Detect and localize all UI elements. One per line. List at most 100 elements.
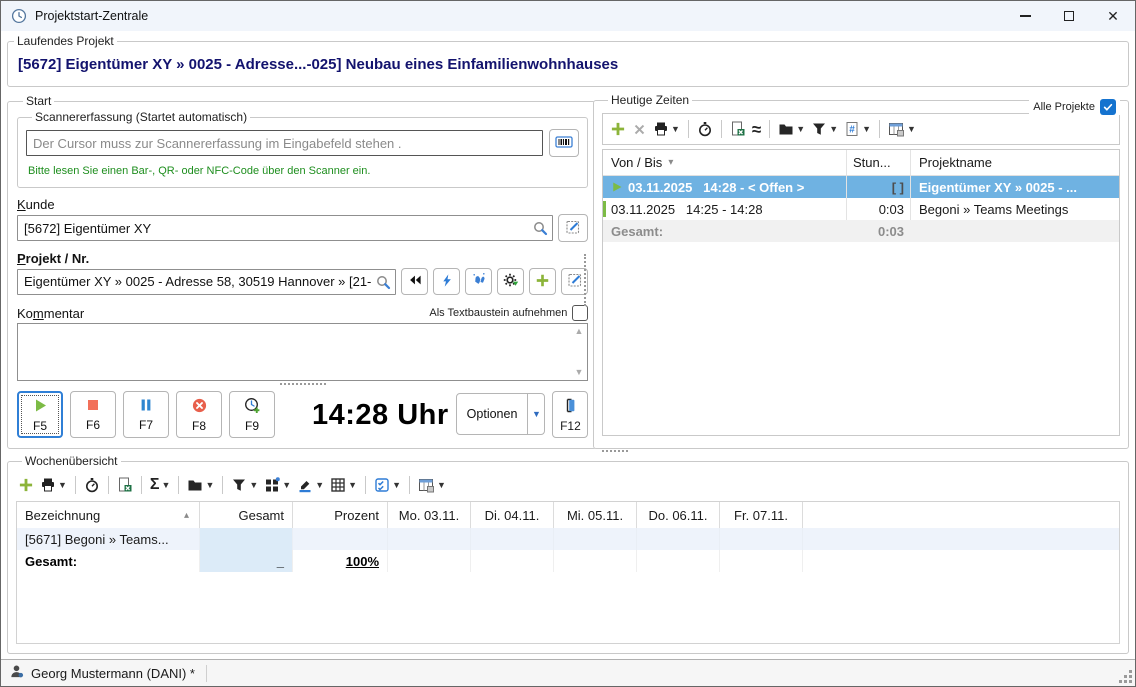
day-cell[interactable] <box>554 550 637 572</box>
column-header-bezeichnung[interactable]: Bezeichnung▴ <box>17 502 200 528</box>
columns-button[interactable]: ▼ <box>418 477 446 493</box>
chevron-down-icon[interactable]: ▼ <box>162 481 171 490</box>
excel-export-button[interactable] <box>730 121 746 137</box>
week-row[interactable]: [5671] Begoni » Teams... <box>17 528 1119 550</box>
day-cell[interactable] <box>471 550 554 572</box>
sum-button[interactable]: Σ▼ <box>150 477 171 493</box>
timer-button[interactable] <box>697 121 713 137</box>
kommentar-textarea[interactable]: ▲ ▼ <box>17 323 588 381</box>
add-project-button[interactable] <box>529 268 556 295</box>
kommentar-scrollbar[interactable]: ▲ ▼ <box>571 325 586 379</box>
chevron-down-icon[interactable]: ▼ <box>796 125 805 134</box>
time-row[interactable]: 03.11.2025 14:25 - 14:28 0:03 Begoni » T… <box>603 198 1119 220</box>
column-header-projektname[interactable]: Projektname <box>910 150 1119 175</box>
day-cell[interactable] <box>637 528 720 550</box>
rounding-button[interactable]: ≈ <box>752 121 761 138</box>
group-button[interactable]: ▼ <box>264 477 291 493</box>
numbering-button[interactable]: #▼ <box>844 121 871 137</box>
column-header-fr[interactable]: Fr. 07.11. <box>720 502 803 528</box>
day-cell[interactable] <box>388 528 471 550</box>
excel-export-button[interactable] <box>117 477 133 493</box>
optionen-label[interactable]: Optionen <box>457 394 528 434</box>
add-entry-button[interactable] <box>610 121 626 137</box>
exit-button-f12[interactable]: F12 <box>552 391 588 438</box>
projekt-field[interactable] <box>17 269 396 295</box>
chevron-down-icon[interactable]: ▼ <box>437 481 446 490</box>
assistant-button[interactable] <box>465 268 492 295</box>
column-header-von-bis[interactable]: Von / Bis▾ <box>603 150 846 175</box>
door-icon <box>562 397 578 417</box>
stop-button-f6[interactable]: F6 <box>70 391 116 438</box>
optionen-dropdown[interactable]: ▼ <box>527 394 544 434</box>
chevron-down-icon[interactable]: ▼ <box>58 481 67 490</box>
laufendes-projekt-group: Laufendes Projekt [5672] Eigentümer XY »… <box>7 34 1129 87</box>
scroll-up-icon[interactable]: ▲ <box>574 327 583 336</box>
highlight-button[interactable]: ▼ <box>297 477 324 493</box>
delete-entry-button[interactable] <box>632 122 647 137</box>
day-cell[interactable] <box>471 528 554 550</box>
cell-prozent[interactable] <box>293 528 388 550</box>
optionen-button[interactable]: Optionen ▼ <box>456 393 546 435</box>
folder-button[interactable]: ▼ <box>778 121 805 137</box>
timer-button[interactable] <box>84 477 100 493</box>
kunde-field[interactable] <box>17 215 553 241</box>
toolbar-separator <box>721 120 722 138</box>
resize-grip[interactable] <box>1120 671 1132 683</box>
grid-button[interactable]: ▼ <box>330 477 357 493</box>
pause-button-f7[interactable]: F7 <box>123 391 169 438</box>
chevron-down-icon[interactable]: ▼ <box>282 481 291 490</box>
checklist-button[interactable]: ▼ <box>374 477 401 493</box>
chevron-down-icon[interactable]: ▼ <box>862 125 871 134</box>
chevron-down-icon[interactable]: ▼ <box>205 481 214 490</box>
maximize-button[interactable] <box>1047 1 1091 31</box>
chevron-down-icon[interactable]: ▼ <box>348 481 357 490</box>
chevron-down-icon[interactable]: ▼ <box>249 481 258 490</box>
day-cell[interactable] <box>554 528 637 550</box>
column-header-stunden[interactable]: Stun... <box>846 150 910 175</box>
chevron-down-icon[interactable]: ▼ <box>829 125 838 134</box>
day-cell[interactable] <box>720 550 803 572</box>
barcode-button[interactable] <box>549 129 579 157</box>
quick-start-button[interactable] <box>433 268 460 295</box>
chevron-down-icon[interactable]: ▼ <box>315 481 324 490</box>
columns-button[interactable]: ▼ <box>888 121 916 137</box>
kunde-edit-button[interactable] <box>558 214 588 242</box>
scanner-input[interactable] <box>26 130 543 156</box>
close-button[interactable]: ✕ <box>1091 1 1135 31</box>
filter-button[interactable]: ▼ <box>231 477 258 493</box>
chevron-down-icon[interactable]: ▼ <box>392 481 401 490</box>
folder-button[interactable]: ▼ <box>187 477 214 493</box>
start-button-f5[interactable]: F5 <box>17 391 63 438</box>
minimize-button[interactable] <box>1003 1 1047 31</box>
column-header-gesamt[interactable]: Gesamt <box>200 502 293 528</box>
cell-bezeichnung[interactable]: [5671] Begoni » Teams... <box>17 528 200 550</box>
horizontal-splitter[interactable] <box>602 450 628 453</box>
cell-gesamt[interactable] <box>200 528 293 550</box>
add-time-button-f9[interactable]: F9 <box>229 391 275 438</box>
day-cell[interactable] <box>388 550 471 572</box>
filter-button[interactable]: ▼ <box>811 121 838 137</box>
chevron-down-icon[interactable]: ▼ <box>907 125 916 134</box>
day-cell[interactable] <box>637 550 720 572</box>
previous-project-button[interactable] <box>401 268 428 295</box>
column-header-prozent[interactable]: Prozent <box>293 502 388 528</box>
alle-projekte-checkbox[interactable] <box>1100 99 1116 115</box>
day-cell[interactable] <box>720 528 803 550</box>
column-header-mo[interactable]: Mo. 03.11. <box>388 502 471 528</box>
column-header-mi[interactable]: Mi. 05.11. <box>554 502 637 528</box>
scroll-down-icon[interactable]: ▼ <box>574 368 583 377</box>
time-row-selected[interactable]: 03.11.2025 14:28 - < Offen > [ ] Eigentü… <box>603 176 1119 198</box>
kommentar-resize-grip[interactable] <box>280 383 326 386</box>
add-entry-button[interactable] <box>18 477 34 493</box>
kunde-input[interactable] <box>18 216 552 240</box>
textbaustein-checkbox[interactable] <box>572 305 588 321</box>
projekt-input[interactable] <box>18 270 395 294</box>
column-header-di[interactable]: Di. 04.11. <box>471 502 554 528</box>
column-header-do[interactable]: Do. 06.11. <box>637 502 720 528</box>
chevron-down-icon[interactable]: ▼ <box>671 125 680 134</box>
print-button[interactable]: ▼ <box>40 477 67 493</box>
print-button[interactable]: ▼ <box>653 121 680 137</box>
cancel-button-f8[interactable]: F8 <box>176 391 222 438</box>
vertical-splitter[interactable] <box>584 254 587 306</box>
settings-button[interactable] <box>497 268 524 295</box>
